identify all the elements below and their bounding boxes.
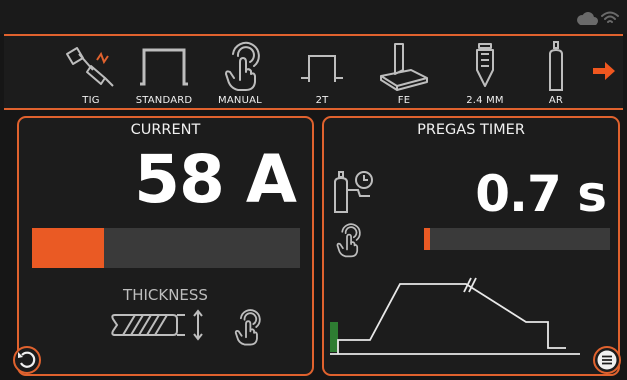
pregas-panel: PREGAS TIMER 0.7 s <box>322 116 620 376</box>
current-value[interactable]: 58 A <box>134 140 297 220</box>
status-icons <box>577 11 619 25</box>
next-arrow-icon[interactable] <box>591 58 617 84</box>
pregas-manual-hand-icon[interactable] <box>332 222 362 258</box>
mode-arc-standard[interactable]: STANDARD <box>126 38 202 108</box>
back-button[interactable] <box>13 346 41 374</box>
menu-button[interactable] <box>593 346 621 374</box>
thickness-dimension-icon <box>193 309 203 341</box>
mode-electrode-diameter[interactable]: 2.4 MM <box>452 38 518 108</box>
mode-label: MANUAL <box>218 95 262 106</box>
mode-gas-ar[interactable]: AR <box>534 38 578 108</box>
gas-pregas-indicator <box>330 322 338 352</box>
cloud-icon <box>577 12 598 25</box>
mode-control-manual[interactable]: MANUAL <box>208 38 272 108</box>
mode-label: 2T <box>315 95 329 106</box>
tig-torch-icon <box>66 47 114 87</box>
mode-label: 2.4 MM <box>466 95 504 106</box>
manual-hand-icon <box>225 41 260 91</box>
thickness-plate-icon <box>111 314 185 336</box>
mode-label: FE <box>397 95 411 106</box>
fe-material-icon <box>380 43 428 91</box>
wifi-icon <box>601 11 619 23</box>
mode-label: TIG <box>82 95 100 106</box>
gas-cylinder-icon <box>549 41 563 91</box>
mode-label: STANDARD <box>135 95 193 106</box>
thickness-label: THICKNESS <box>123 286 208 304</box>
mode-trigger-2t[interactable]: 2T <box>292 38 352 108</box>
pregas-slider[interactable] <box>424 228 610 250</box>
weld-cycle-graph <box>330 277 580 355</box>
current-title: CURRENT <box>130 122 201 138</box>
pregas-value[interactable]: 0.7 s <box>475 162 607 226</box>
2t-trigger-icon <box>301 55 343 82</box>
current-panel: CURRENT 58 A THICKNESS <box>17 116 314 376</box>
current-slider-fill <box>32 228 105 268</box>
mode-material-fe[interactable]: FE <box>374 38 434 108</box>
mode-label: AR <box>548 95 564 106</box>
menu-icon <box>597 350 617 370</box>
current-slider[interactable] <box>32 228 300 268</box>
mode-bar: TIG STANDARD MANUAL 2T FE 2.4 MM AR <box>4 34 623 110</box>
mode-process-tig[interactable]: TIG <box>56 38 126 108</box>
standard-wave-icon <box>140 48 188 86</box>
pregas-slider-fill <box>424 228 430 250</box>
pregas-title: PREGAS TIMER <box>417 122 525 138</box>
refresh-icon <box>18 351 36 368</box>
current-cycle-curve <box>337 283 566 354</box>
gas-timer-icon <box>334 171 373 213</box>
status-bar <box>0 0 627 34</box>
electrode-icon <box>476 43 494 87</box>
thickness-manual-hand-icon[interactable] <box>229 308 263 346</box>
